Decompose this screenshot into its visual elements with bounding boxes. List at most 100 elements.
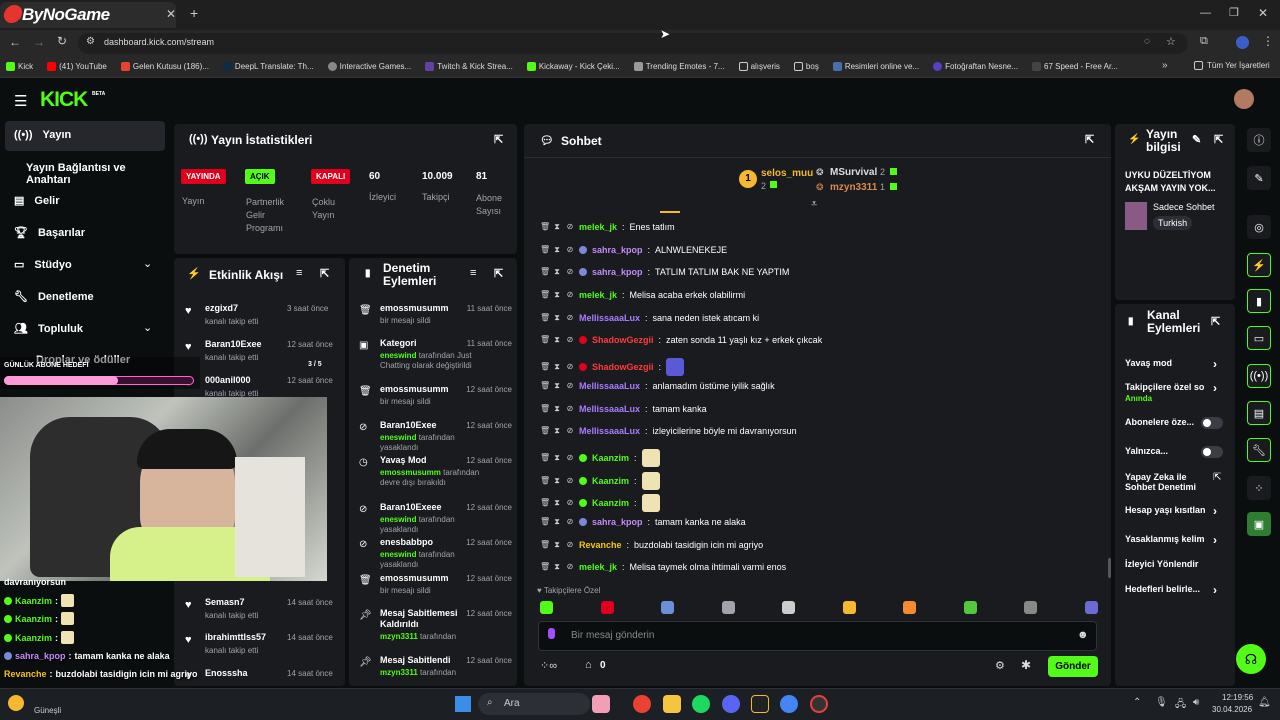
forward-icon[interactable]: → bbox=[33, 35, 45, 49]
popout-icon[interactable]: ⇱ bbox=[494, 267, 503, 280]
maximize-icon[interactable]: ❐ bbox=[1229, 6, 1239, 19]
bookmark-twitch-kick[interactable]: Twitch & Kick Strea... bbox=[425, 62, 513, 71]
minimize-icon[interactable]: — bbox=[1200, 7, 1211, 19]
quick-emote-icon[interactable] bbox=[963, 601, 977, 614]
timeout-icon[interactable]: ⧗ bbox=[553, 477, 561, 485]
ban-user-icon[interactable]: ⊘ bbox=[566, 454, 574, 462]
studio-rail-icon[interactable]: ▤ bbox=[1247, 401, 1271, 425]
channel-action-0[interactable]: Yavaş mod bbox=[1125, 358, 1207, 368]
all-bookmarks[interactable]: Tüm Yer İşaretleri bbox=[1194, 61, 1270, 70]
bookmark-67-speed[interactable]: 67 Speed - Free Ar... bbox=[1032, 62, 1118, 71]
sidebar-item-gelir[interactable]: ▤ Gelir bbox=[14, 194, 59, 208]
channel-action-4[interactable]: Yapay Zeka ile Sohbet Denetimi bbox=[1125, 472, 1207, 492]
delete-message-icon[interactable]: 🗑︎ bbox=[540, 541, 550, 549]
timeout-icon[interactable]: ⧗ bbox=[553, 363, 561, 371]
recording-app-icon[interactable] bbox=[810, 695, 828, 713]
ban-user-icon[interactable]: ⊘ bbox=[566, 268, 574, 276]
hamburger-menu-icon[interactable]: ☰ bbox=[14, 92, 27, 110]
bookmark-deepl[interactable]: DeepL Translate: Th... bbox=[222, 62, 314, 71]
bookmark-folder-alisveris[interactable]: alışveris bbox=[738, 62, 780, 71]
sidebar-item-denetleme[interactable]: 🔧︎ Denetleme bbox=[14, 290, 94, 304]
discord-icon[interactable] bbox=[722, 695, 740, 713]
quick-emote-icon[interactable] bbox=[1084, 601, 1098, 614]
tab-close-icon[interactable]: ✕ bbox=[166, 7, 176, 21]
bookmark-folder-bos[interactable]: boş bbox=[793, 62, 819, 71]
timeout-icon[interactable]: ⧗ bbox=[553, 499, 561, 507]
widgets-icon[interactable] bbox=[592, 695, 610, 713]
mod-user[interactable]: mzyn3311 bbox=[380, 668, 420, 677]
chevron-right-icon[interactable]: › bbox=[1213, 533, 1217, 547]
volume-icon[interactable]: 🔊︎ bbox=[1193, 697, 1199, 708]
timeout-icon[interactable]: ⧗ bbox=[553, 518, 561, 526]
extension-rail-icon[interactable]: ▣ bbox=[1247, 512, 1271, 536]
spotify-icon[interactable] bbox=[692, 695, 710, 713]
ban-user-icon[interactable]: ⊘ bbox=[566, 246, 574, 254]
emoji-icon[interactable]: ☻ bbox=[1077, 629, 1089, 641]
delete-message-icon[interactable]: 🗑︎ bbox=[540, 336, 550, 344]
bookmark-interactive-games[interactable]: Interactive Games... bbox=[327, 62, 411, 71]
channel-action-2[interactable]: Abonelere öze... bbox=[1125, 417, 1207, 427]
timeout-icon[interactable]: ⧗ bbox=[553, 246, 561, 254]
quick-emote-icon[interactable] bbox=[661, 601, 674, 614]
user-avatar[interactable] bbox=[1234, 89, 1254, 109]
network-icon[interactable]: 🖧︎ bbox=[1175, 697, 1186, 714]
activity-user[interactable]: ezgixd7 bbox=[205, 303, 238, 313]
delete-message-icon[interactable]: 🗑︎ bbox=[540, 427, 550, 435]
channel-action-7[interactable]: İzleyici Yönlendir bbox=[1125, 559, 1207, 569]
obs-app-icon[interactable] bbox=[751, 695, 769, 713]
channel-action-5[interactable]: Hesap yaşı kısıtlan bbox=[1125, 505, 1207, 515]
mod-user[interactable]: eneswind bbox=[380, 433, 419, 442]
quick-emote-icon[interactable] bbox=[600, 601, 614, 614]
chat-rail-icon[interactable]: ▭ bbox=[1247, 326, 1271, 350]
popout-icon[interactable]: ⇱ bbox=[1214, 133, 1223, 146]
chat-username[interactable]: melek_jk bbox=[579, 222, 617, 232]
timeout-icon[interactable]: ⧗ bbox=[553, 268, 561, 276]
ban-user-icon[interactable]: ⊘ bbox=[566, 223, 574, 231]
timeout-icon[interactable]: ⧗ bbox=[553, 427, 561, 435]
mod-user[interactable]: mzyn3311 bbox=[380, 632, 420, 641]
mod-user[interactable]: emossmusumm bbox=[380, 468, 443, 477]
edit-pencil-icon[interactable]: ✎ bbox=[1192, 133, 1201, 146]
popout-icon[interactable]: ⇱ bbox=[320, 267, 329, 280]
mod-user[interactable]: eneswind bbox=[380, 550, 419, 559]
channel-action-1[interactable]: Takipçilere özel so bbox=[1125, 382, 1207, 392]
sidebar-item-yayin[interactable]: ((•)) Yayın bbox=[14, 129, 71, 141]
channel-action-8[interactable]: Hedefleri belirle... bbox=[1125, 584, 1207, 594]
delete-message-icon[interactable]: 🗑︎ bbox=[540, 268, 550, 276]
chat-username[interactable]: melek_jk bbox=[579, 562, 617, 572]
broadcast-rail-icon[interactable]: ((•)) bbox=[1247, 364, 1271, 388]
delete-message-icon[interactable]: 🗑︎ bbox=[540, 223, 550, 231]
leader-name[interactable]: selos_muu bbox=[761, 168, 813, 179]
external-link-icon[interactable]: ⇱ bbox=[1213, 472, 1221, 483]
moderation-rail-icon[interactable]: ▮ bbox=[1247, 289, 1271, 313]
delete-message-icon[interactable]: 🗑︎ bbox=[540, 291, 550, 299]
timeout-icon[interactable]: ⧗ bbox=[553, 541, 561, 549]
collapse-leaderboard-icon[interactable]: ⩡ bbox=[811, 198, 817, 211]
chrome-icon[interactable] bbox=[633, 695, 651, 713]
chevron-right-icon[interactable]: › bbox=[1213, 583, 1217, 597]
settings-gear-icon[interactable]: ⚙ bbox=[995, 659, 1005, 672]
activity-user[interactable]: ibrahimttlss57 bbox=[205, 632, 266, 642]
chevron-right-icon[interactable]: › bbox=[1213, 504, 1217, 518]
delete-message-icon[interactable]: 🗑︎ bbox=[540, 477, 550, 485]
chevron-down-icon[interactable]: ⌄ bbox=[143, 257, 152, 270]
delete-message-icon[interactable]: 🗑︎ bbox=[540, 363, 550, 371]
kick-logo[interactable]: KICK bbox=[40, 88, 88, 112]
wrench-rail-icon[interactable]: 🔧︎ bbox=[1247, 438, 1271, 462]
file-explorer-icon[interactable] bbox=[663, 695, 681, 713]
chat-scrollbar[interactable] bbox=[1108, 558, 1111, 578]
delete-message-icon[interactable]: 🗑︎ bbox=[540, 563, 550, 571]
bookmark-fotograftan[interactable]: Fotoğraftan Nesne... bbox=[933, 62, 1018, 71]
toggle-switch[interactable] bbox=[1201, 446, 1223, 458]
channel-action-3[interactable]: Yalnızca... bbox=[1125, 446, 1207, 456]
chat-username[interactable]: MellissaaaLux bbox=[579, 404, 640, 414]
leader-name[interactable]: mzyn3311 bbox=[830, 182, 877, 193]
chat-username[interactable]: Kaanzim bbox=[592, 498, 629, 508]
close-window-icon[interactable]: ✕ bbox=[1258, 6, 1268, 20]
timeout-icon[interactable]: ⧗ bbox=[553, 454, 561, 462]
chat-username[interactable]: MellissaaaLux bbox=[579, 426, 640, 436]
browser-menu-icon[interactable]: ⋮ bbox=[1262, 34, 1274, 48]
ban-user-icon[interactable]: ⊘ bbox=[566, 405, 574, 413]
chrome-active-icon[interactable] bbox=[780, 695, 798, 713]
chevron-right-icon[interactable]: › bbox=[1213, 357, 1217, 371]
